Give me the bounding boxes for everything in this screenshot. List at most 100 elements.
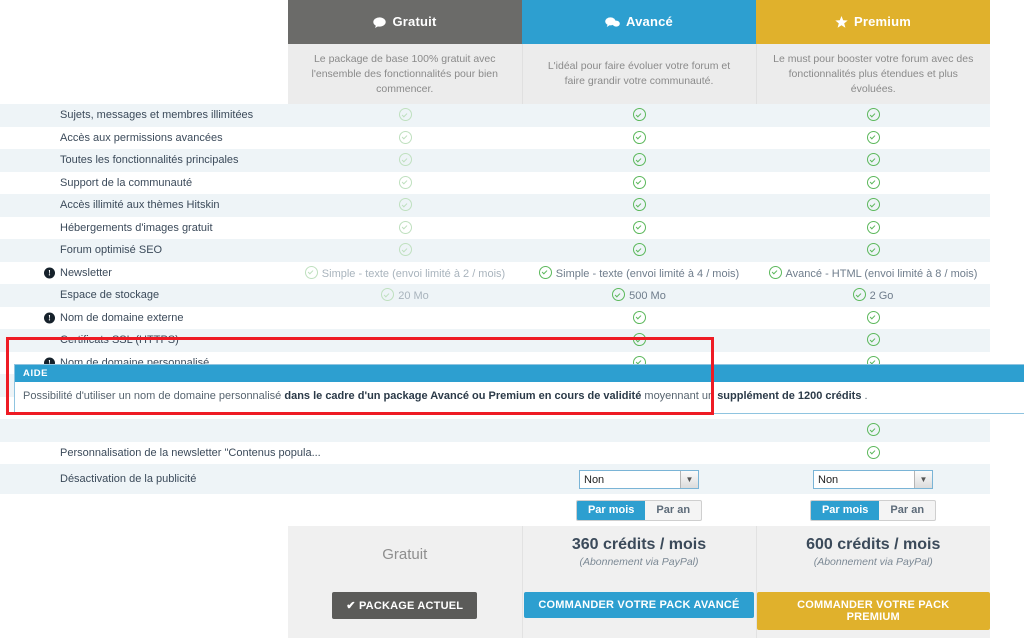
- toggle-cell-avance: Par mois Par an: [522, 494, 756, 526]
- pricing-table: Gratuit Avancé Premium Le package de bas…: [0, 0, 990, 638]
- publicite-select-premium[interactable]: Non ▼: [813, 469, 933, 489]
- feature-value-premium: [756, 306, 990, 329]
- table-row: Certificats SSL (HTTPS): [0, 329, 990, 352]
- check-icon: [866, 130, 880, 144]
- check-icon: [866, 445, 880, 459]
- billing-monthly-premium[interactable]: Par mois: [810, 500, 880, 520]
- help-text-part3: .: [861, 390, 868, 402]
- plan-header-premium[interactable]: Premium: [756, 0, 990, 44]
- billing-monthly-avance[interactable]: Par mois: [576, 500, 646, 520]
- check-icon: [612, 288, 626, 302]
- plan-name-avance: Avancé: [626, 13, 673, 29]
- check-icon: [398, 175, 412, 189]
- check-icon: [866, 108, 880, 122]
- check-icon: [398, 243, 412, 257]
- feature-value-gratuit: [288, 419, 522, 442]
- publicite-select-premium-value: Non: [818, 473, 839, 486]
- header-spacer: [0, 0, 288, 44]
- feature-value-premium: [756, 194, 990, 217]
- plan-name-gratuit: Gratuit: [392, 13, 437, 29]
- feature-label: Espace de stockage: [0, 284, 288, 307]
- check-icon: [852, 288, 866, 302]
- feature-value-avance: [522, 306, 756, 329]
- toggle-cell-gratuit: [288, 494, 522, 526]
- plan-header-avance[interactable]: Avancé: [522, 0, 756, 44]
- help-text-bold2: supplément de 1200 crédits: [717, 390, 862, 402]
- feature-value-text: 500 Mo: [629, 290, 666, 303]
- feature-label-text: Nom de domaine externe: [60, 311, 184, 324]
- plan-header-gratuit[interactable]: Gratuit: [288, 0, 522, 44]
- action-cell-gratuit: ✔ PACKAGE ACTUEL: [288, 592, 522, 638]
- feature-value-gratuit: [288, 149, 522, 172]
- price-row: Gratuit 360 crédits / mois (Abonnement v…: [0, 526, 990, 592]
- check-icon: [632, 220, 646, 234]
- feature-value-text: 2 Go: [869, 290, 894, 303]
- feature-value-avance: [522, 149, 756, 172]
- help-tooltip-title: AIDE: [15, 365, 1024, 382]
- table-row: Accès illimité aux thèmes Hitskin: [0, 194, 990, 217]
- check-icon: [398, 220, 412, 234]
- table-row: Forum optimisé SEO: [0, 239, 990, 262]
- help-text-bold1: dans le cadre d'un package Avancé ou Pre…: [284, 390, 642, 402]
- feature-label: Toutes les fonctionnalités principales: [0, 149, 288, 172]
- check-icon: [632, 243, 646, 257]
- billing-yearly-avance[interactable]: Par an: [645, 501, 701, 520]
- publicite-select-avance[interactable]: Non ▼: [579, 469, 699, 489]
- current-package-button[interactable]: ✔ PACKAGE ACTUEL: [332, 592, 478, 619]
- feature-label-text: Newsletter: [60, 266, 112, 279]
- feature-label: Certificats SSL (HTTPS): [0, 329, 288, 352]
- feature-label-domaine-externe: ! Nom de domaine externe: [0, 306, 288, 329]
- billing-toggle-premium[interactable]: Par mois Par an: [809, 499, 937, 521]
- plan-description-row: Le package de base 100% gratuit avec l'e…: [0, 44, 990, 104]
- feature-value-gratuit: [288, 329, 522, 352]
- description-spacer: [0, 44, 288, 104]
- order-avance-button[interactable]: COMMANDER VOTRE PACK AVANCÉ: [524, 592, 754, 618]
- publicite-select-avance-value: Non: [584, 473, 605, 486]
- info-icon[interactable]: !: [44, 312, 55, 324]
- help-tooltip-body: Possibilité d'utiliser un nom de domaine…: [15, 382, 1024, 413]
- table-row: Espace de stockage 20 Mo 500 Mo 2 Go: [0, 284, 990, 307]
- feature-label: Personnalisation de la newsletter "Conte…: [0, 441, 321, 464]
- feature-value-gratuit: Simple - texte (envoi limité à 2 / mois): [288, 261, 522, 284]
- feature-label: [0, 419, 288, 442]
- table-row: [0, 419, 990, 442]
- feature-label-newsletter: ! Newsletter: [0, 261, 288, 284]
- chevron-down-icon[interactable]: ▼: [680, 470, 698, 488]
- plan-description-gratuit: Le package de base 100% gratuit avec l'e…: [288, 44, 522, 104]
- check-icon: [866, 310, 880, 324]
- table-row-desactivation-publicite: Désactivation de la publicité Non ▼ Non …: [0, 464, 990, 494]
- feature-value-premium: [756, 419, 990, 442]
- plan-description-avance: L'idéal pour faire évoluer votre forum e…: [521, 44, 757, 104]
- feature-label: Désactivation de la publicité: [0, 464, 288, 494]
- price-premium: 600 crédits / mois: [806, 536, 941, 553]
- billing-toggle-avance[interactable]: Par mois Par an: [575, 499, 703, 521]
- table-row: Support de la communauté: [0, 171, 990, 194]
- feature-value-premium: Avancé - HTML (envoi limité à 8 / mois): [756, 261, 990, 284]
- toggle-cell-premium: Par mois Par an: [756, 494, 990, 526]
- order-premium-button[interactable]: COMMANDER VOTRE PACK PREMIUM: [756, 592, 990, 630]
- feature-value-text: Avancé - HTML (envoi limité à 8 / mois): [785, 267, 978, 280]
- chevron-down-icon[interactable]: ▼: [914, 470, 932, 488]
- table-row: ! Newsletter Simple - texte (envoi limit…: [0, 261, 990, 284]
- pricing-page: Gratuit Avancé Premium Le package de bas…: [0, 0, 1024, 638]
- feature-value-avance: [522, 239, 756, 262]
- check-icon: [866, 243, 880, 257]
- price-cell-gratuit: Gratuit: [288, 526, 522, 592]
- feature-value-avance: [522, 441, 756, 464]
- toggle-spacer: [0, 494, 288, 526]
- feature-label: Support de la communauté: [0, 171, 288, 194]
- check-icon: [866, 175, 880, 189]
- check-icon: [632, 108, 646, 122]
- plan-description-premium: Le must pour booster votre forum avec de…: [756, 44, 990, 104]
- feature-value-avance: Non ▼: [522, 464, 756, 494]
- price-avance: 360 crédits / mois: [571, 536, 707, 553]
- check-icon: [632, 198, 646, 212]
- help-text-part2: moyennant un: [641, 390, 718, 402]
- feature-value-gratuit: [288, 171, 522, 194]
- billing-yearly-premium[interactable]: Par an: [879, 501, 935, 520]
- feature-value-text: 20 Mo: [398, 290, 429, 303]
- table-row: ! Nom de domaine externe: [0, 306, 990, 329]
- price-cell-premium: 600 crédits / mois (Abonnement via PayPa…: [756, 526, 990, 592]
- check-icon: [866, 220, 880, 234]
- info-icon[interactable]: !: [44, 267, 55, 279]
